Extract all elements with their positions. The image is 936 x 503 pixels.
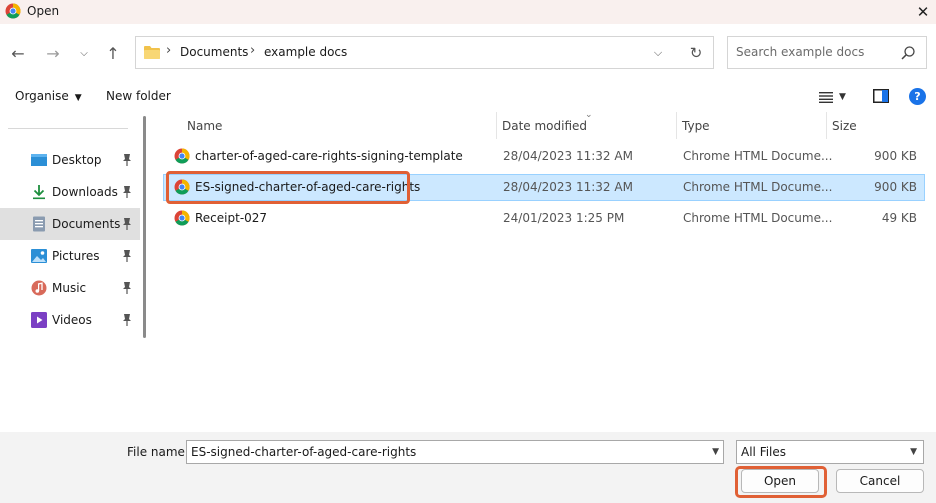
preview-pane-icon[interactable] [873,89,889,103]
caret-down-icon: ▼ [839,92,846,102]
open-button-highlight-box [735,466,827,498]
sidebar-item-downloads[interactable]: Downloads [0,176,140,208]
new-folder-button[interactable]: New folder [106,89,171,103]
cancel-button[interactable]: Cancel [836,469,924,493]
file-name: charter-of-aged-care-rights-signing-temp… [195,149,463,163]
file-row[interactable]: Receipt-027 24/01/2023 1:25 PM Chrome HT… [163,205,925,232]
organise-label: Organise [15,89,69,103]
file-type-select[interactable]: All Files ▼ [736,440,924,464]
sort-indicator-icon: ⌄ [585,110,593,120]
pictures-icon [31,249,47,263]
pin-icon[interactable] [121,217,133,231]
pin-icon[interactable] [121,249,133,263]
chrome-html-file-icon [174,148,190,164]
file-size: 900 KB [874,149,917,163]
refresh-icon[interactable]: ↻ [686,43,706,63]
column-header-label: Name [187,119,223,133]
sidebar-item-label: Downloads [52,185,118,199]
file-row[interactable]: charter-of-aged-care-rights-signing-temp… [163,143,925,170]
sidebar-item-label: Desktop [52,153,102,167]
back-arrow-icon[interactable]: ← [7,42,29,64]
file-size: 900 KB [874,180,917,194]
file-type: Chrome HTML Docume... [683,149,833,163]
column-header-size[interactable]: Size [826,112,926,139]
address-bar[interactable]: › Documents › example docs ⌵ ↻ [135,36,714,69]
sidebar-scrollbar[interactable] [143,116,146,338]
column-header-label: Date modified [502,119,588,133]
close-icon[interactable]: ✕ [910,0,936,24]
organise-button[interactable]: Organise ▼ [15,89,82,103]
breadcrumb-separator: › [166,43,172,58]
up-arrow-icon[interactable]: ↑ [102,42,124,64]
music-icon [31,280,47,296]
pin-icon[interactable] [121,281,133,295]
chrome-html-file-icon [174,210,190,226]
sidebar-item-label: Music [52,281,87,295]
column-divider[interactable] [826,112,827,139]
file-list: Name Date modified ⌄ Type Size charter-o… [153,110,936,432]
file-date: 28/04/2023 11:32 AM [503,149,633,163]
file-name-input[interactable] [191,445,691,459]
column-header-label: Type [682,119,710,133]
breadcrumb-example-docs[interactable]: example docs [264,45,347,59]
breadcrumb-separator: › [250,43,256,58]
file-date: 28/04/2023 11:32 AM [503,180,633,194]
column-header-label: Size [832,119,857,133]
forward-arrow-icon[interactable]: → [42,42,64,64]
sidebar-divider [8,128,128,129]
chevron-down-icon[interactable]: ▼ [712,447,719,457]
navigation-bar: ← → ⌵ ↑ › Documents › example docs ⌵ ↻ [0,24,936,82]
search-icon[interactable] [900,45,916,61]
search-input[interactable] [736,45,896,59]
view-options-button[interactable]: ▼ [819,88,855,106]
title-bar: Open ✕ [0,0,936,24]
selected-file-highlight-box [166,171,410,204]
list-view-icon [819,92,833,103]
download-icon [33,185,45,200]
help-icon[interactable]: ? [909,88,926,105]
sidebar-item-label: Documents [52,217,121,231]
file-name-combobox[interactable]: ▼ [186,440,724,464]
videos-icon [31,312,47,328]
chrome-logo-icon [5,3,21,19]
command-toolbar: Organise ▼ New folder ▼ ? [0,82,936,112]
file-type: Chrome HTML Docume... [683,211,833,225]
column-header-type[interactable]: Type [676,112,826,139]
folder-icon [144,46,160,59]
file-name-label: File name: [127,445,189,459]
file-size: 49 KB [881,211,917,225]
file-type: Chrome HTML Docume... [683,180,833,194]
sidebar-item-music[interactable]: Music [0,272,140,304]
file-name: Receipt-027 [195,211,268,225]
column-divider[interactable] [676,112,677,139]
chevron-down-icon[interactable]: ⌵ [649,44,667,62]
window-title: Open [27,4,60,18]
sidebar-item-videos[interactable]: Videos [0,304,140,336]
desktop-icon [31,154,47,166]
file-type-value: All Files [741,445,787,459]
recent-locations-chevron-icon[interactable]: ⌵ [73,42,95,64]
sidebar-item-pictures[interactable]: Pictures [0,240,140,272]
column-divider[interactable] [496,112,497,139]
pin-icon[interactable] [121,313,133,327]
pin-icon[interactable] [121,153,133,167]
navigation-pane: Desktop Downloads Documents Pictures Mus… [0,112,147,432]
file-date: 24/01/2023 1:25 PM [503,211,625,225]
documents-icon [33,216,45,232]
chevron-down-icon[interactable]: ▼ [910,447,917,457]
column-header-name[interactable]: Name [181,112,496,139]
search-box[interactable] [727,36,927,69]
breadcrumb-documents[interactable]: Documents [180,45,248,59]
sidebar-item-documents[interactable]: Documents [0,208,140,240]
pin-icon[interactable] [121,185,133,199]
sidebar-item-desktop[interactable]: Desktop [0,144,140,176]
caret-down-icon: ▼ [74,93,82,103]
sidebar-item-label: Videos [52,313,92,327]
sidebar-item-label: Pictures [52,249,100,263]
